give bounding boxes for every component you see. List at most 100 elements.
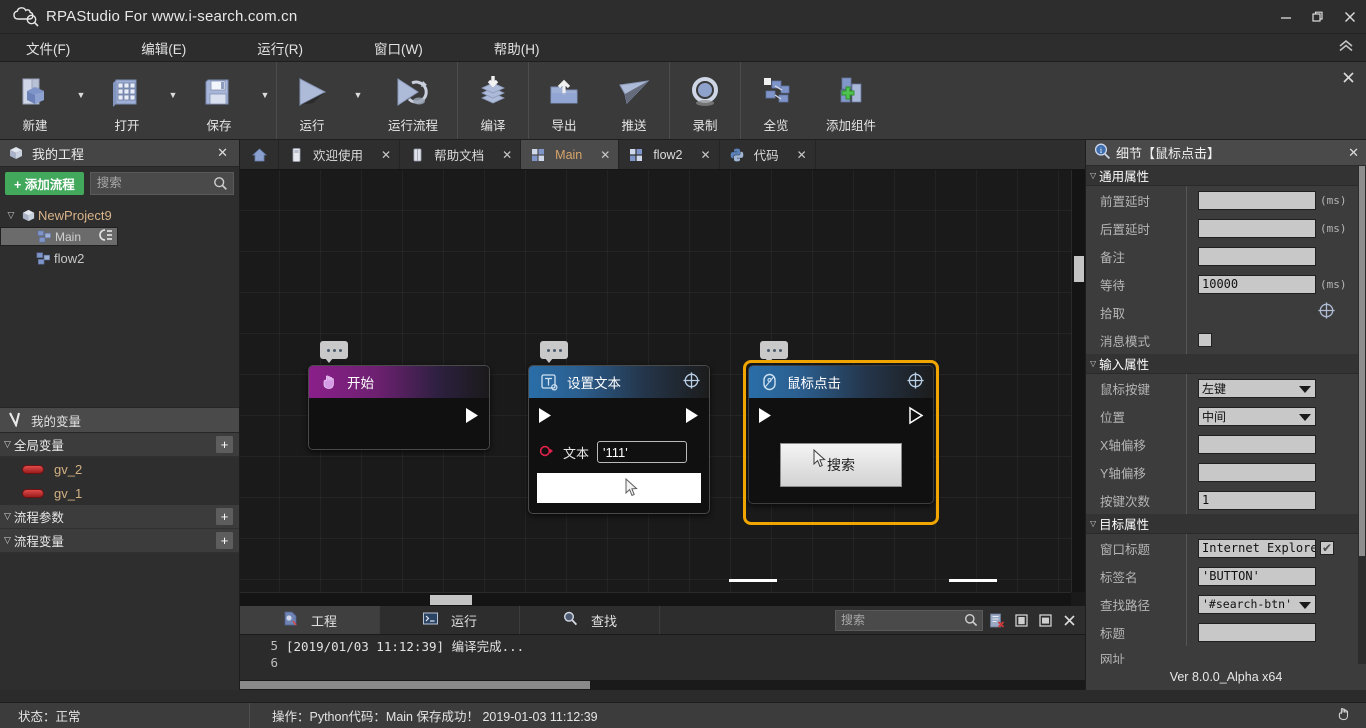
chevron-down-icon[interactable]: ▽ [4, 210, 18, 221]
target-plus-icon[interactable] [682, 371, 701, 393]
section-global-variables[interactable]: ▽ 全局变量 + [0, 433, 239, 457]
section-target-properties[interactable]: ▽ 目标属性 [1086, 514, 1358, 534]
log-horizontal-scrollbar[interactable] [240, 680, 1085, 690]
toolbar-save-caret-icon[interactable]: ▼ [254, 62, 276, 139]
toolbar-overview[interactable]: 全览 [741, 62, 811, 139]
scrollbar-thumb[interactable] [1359, 166, 1365, 556]
variable-row[interactable]: gv_1 [0, 481, 239, 505]
dock-tab-project[interactable]: 工程 [240, 606, 380, 634]
add-flow-button[interactable]: + 添加流程 [5, 172, 84, 195]
scrollbar-thumb[interactable] [1074, 256, 1084, 282]
menu-window[interactable]: 窗口(W) [366, 38, 431, 58]
scrollbar-thumb[interactable] [430, 595, 472, 605]
collapse-ribbon-icon[interactable] [1338, 39, 1366, 56]
menu-help[interactable]: 帮助(H) [486, 38, 548, 58]
close-icon[interactable]: ✕ [1348, 145, 1359, 161]
chevron-down-icon[interactable]: ▽ [1090, 171, 1096, 180]
mouse-click-node[interactable]: 鼠标点击 [748, 365, 934, 504]
dock-search-input[interactable] [836, 611, 982, 630]
exec-in-port[interactable] [537, 406, 554, 428]
details-vertical-scrollbar[interactable] [1358, 166, 1366, 664]
remark-input[interactable] [1198, 247, 1316, 266]
clear-log-icon[interactable] [988, 611, 1007, 630]
close-icon[interactable] [1060, 611, 1079, 630]
menu-file[interactable]: 文件(F) [18, 38, 78, 58]
restore-button[interactable] [1302, 0, 1334, 34]
message-mode-checkbox[interactable] [1198, 333, 1212, 347]
red-circle-port[interactable] [539, 444, 555, 461]
toolbar-new-caret-icon[interactable]: ▼ [70, 62, 92, 139]
start-node-box[interactable]: 开始 [308, 365, 490, 450]
toolbar-open-caret-icon[interactable]: ▼ [162, 62, 184, 139]
variable-row[interactable]: gv_2 [0, 457, 239, 481]
exec-out-port[interactable] [684, 406, 701, 428]
close-icon[interactable]: ✕ [214, 145, 231, 161]
node-comment-bubble[interactable] [760, 341, 788, 359]
find-path-select[interactable]: '#search-btn' [1198, 595, 1316, 614]
toolbar-run-flow[interactable]: 运行流程 [369, 62, 457, 139]
click-count-input[interactable]: 1 [1198, 491, 1316, 510]
toolbar-export[interactable]: 导出 [529, 62, 599, 139]
node-comment-bubble[interactable] [320, 341, 348, 359]
tab-home[interactable] [240, 140, 279, 169]
tab-close-icon[interactable]: ✕ [502, 148, 512, 162]
mouse-click-node-box[interactable]: 鼠标点击 [748, 365, 934, 504]
tree-root-newproject9[interactable]: ▽ NewProject9 [0, 203, 239, 227]
toolbar-compile[interactable]: 编译 [458, 62, 528, 139]
tab-flow2[interactable]: flow2 ✕ [619, 140, 719, 169]
pre-delay-input[interactable] [1198, 191, 1316, 210]
exec-out-port[interactable] [908, 406, 925, 428]
log-output[interactable]: 5 [2019/01/03 11:12:39] 编译完成... 6 [240, 635, 1085, 690]
set-text-node[interactable]: 设置文本 [528, 365, 710, 514]
tab-close-icon[interactable]: ✕ [701, 148, 711, 162]
add-flow-parameter-button[interactable]: + [216, 508, 233, 525]
wait-input[interactable]: 10000 [1198, 275, 1316, 294]
title-input[interactable] [1198, 623, 1316, 642]
set-text-field-value[interactable]: '111' [597, 441, 687, 463]
tab-close-icon[interactable]: ✕ [797, 148, 807, 162]
set-text-node-box[interactable]: 设置文本 [528, 365, 710, 514]
window-title-checkbox[interactable]: ✔ [1320, 541, 1334, 555]
toolbar-add-component[interactable]: 添加组件 [811, 62, 891, 139]
section-input-properties[interactable]: ▽ 输入属性 [1086, 354, 1358, 374]
minimize-button[interactable] [1270, 0, 1302, 34]
section-general-properties[interactable]: ▽ 通用属性 [1086, 166, 1358, 186]
tree-item-main[interactable]: Main [0, 227, 118, 246]
close-button[interactable] [1334, 0, 1366, 34]
add-flow-variable-button[interactable]: + [216, 532, 233, 549]
toolbar-record[interactable]: 录制 [670, 62, 740, 139]
target-plus-icon[interactable] [1317, 301, 1336, 323]
tag-name-input[interactable]: 'BUTTON' [1198, 567, 1316, 586]
tab-code[interactable]: 代码 ✕ [720, 140, 816, 169]
start-node[interactable]: 开始 [308, 365, 490, 450]
dock-tab-run[interactable]: 运行 [380, 606, 520, 634]
y-offset-input[interactable] [1198, 463, 1316, 482]
mouse-click-target-button[interactable]: 搜索 [780, 443, 902, 487]
x-offset-input[interactable] [1198, 435, 1316, 454]
dock-tab-find[interactable]: 查找 [520, 606, 660, 634]
project-search-input[interactable] [91, 173, 233, 194]
toolbar-save[interactable]: 保存 [184, 62, 254, 139]
tab-close-icon[interactable]: ✕ [600, 148, 610, 162]
mouse-button-select[interactable]: 左键 [1198, 379, 1316, 398]
exec-out-port[interactable] [464, 406, 481, 428]
chevron-down-icon[interactable]: ▽ [4, 439, 11, 450]
window-title-input[interactable]: Internet Explorer' [1198, 539, 1316, 558]
chevron-down-icon[interactable]: ▽ [1090, 519, 1096, 528]
canvas-vertical-scrollbar[interactable] [1071, 170, 1085, 592]
tab-welcome[interactable]: 欢迎使用 ✕ [279, 140, 400, 169]
chevron-down-icon[interactable]: ▽ [4, 535, 11, 546]
toolbar-run-caret-icon[interactable]: ▼ [347, 62, 369, 139]
scrollbar-thumb[interactable] [240, 681, 590, 689]
flow-canvas[interactable]: 开始 [240, 170, 1085, 606]
details-scroll-area[interactable]: ▽ 通用属性 前置延时 (ms) 后置延时 ( [1086, 166, 1366, 664]
exec-in-port[interactable] [757, 406, 774, 428]
post-delay-input[interactable] [1198, 219, 1316, 238]
set-text-preview-box[interactable] [537, 473, 701, 503]
tree-item-flow2[interactable]: flow2 [0, 246, 239, 270]
tab-help-doc[interactable]: 帮助文档 ✕ [400, 140, 521, 169]
toolbar-open[interactable]: 打开 [92, 62, 162, 139]
menu-edit[interactable]: 编辑(E) [133, 38, 194, 58]
canvas-horizontal-scrollbar[interactable] [240, 592, 1071, 606]
chevron-down-icon[interactable]: ▽ [1090, 359, 1096, 368]
